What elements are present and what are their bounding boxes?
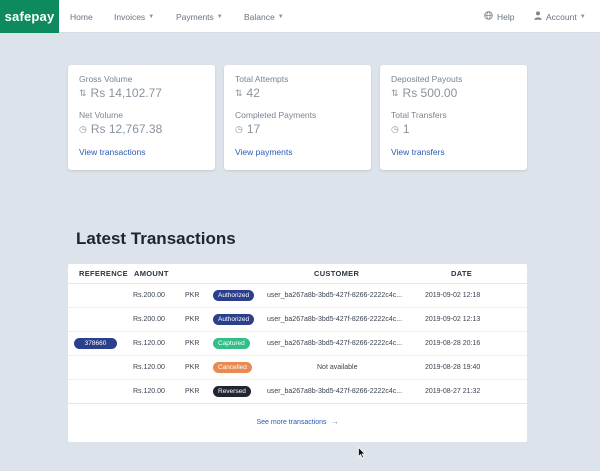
amount-cell: Rs.200.00 bbox=[133, 316, 165, 323]
column-header-reference: REFERENCE bbox=[79, 269, 128, 278]
table-row[interactable]: Rs.120.00 PKR Reversed user_ba267a8b-3bd… bbox=[68, 380, 527, 404]
currency-cell: PKR bbox=[185, 316, 200, 323]
section-title: Latest Transactions bbox=[76, 229, 236, 248]
stat-label: Total Transfers bbox=[391, 110, 447, 120]
stat-card-transfers: Deposited Payouts ⇅ Rs 500.00 Total Trans… bbox=[380, 65, 527, 170]
date-cell: 2019-09-02 12:13 bbox=[425, 316, 481, 323]
view-transactions-link[interactable]: View transactions bbox=[79, 147, 145, 157]
transfer-icon: ⇅ bbox=[391, 87, 399, 98]
stat-card-payments: Total Attempts ⇅ 42 Completed Payments ◷ 1… bbox=[224, 65, 371, 170]
see-more-label: See more transactions bbox=[256, 419, 327, 426]
user-icon bbox=[534, 11, 542, 22]
nav-item-home[interactable]: Home bbox=[70, 0, 93, 33]
stat-value: ◷ 1 bbox=[391, 122, 410, 136]
chevron-down-icon: ▼ bbox=[216, 13, 223, 20]
chevron-down-icon: ▼ bbox=[277, 13, 284, 20]
stat-card-volume: Gross Volume ⇅ Rs 14,102.77 Net Volume ◷ R… bbox=[68, 65, 215, 170]
currency-cell: PKR bbox=[185, 388, 200, 395]
transfer-icon: ⇅ bbox=[235, 87, 243, 98]
nav-item-label: Home bbox=[70, 11, 93, 22]
chevron-down-icon: ▼ bbox=[148, 13, 155, 20]
view-payments-link[interactable]: View payments bbox=[235, 147, 292, 157]
stat-label: Total Attempts bbox=[235, 74, 289, 84]
table-row[interactable]: Rs.200.00 PKR Authorized user_ba267a8b-3… bbox=[68, 308, 527, 332]
arrow-right-icon: → bbox=[331, 419, 339, 426]
column-header-date: DATE bbox=[451, 269, 473, 278]
nav-item-payments[interactable]: Payments ▼ bbox=[176, 0, 223, 33]
nav-item-invoices[interactable]: Invoices ▼ bbox=[114, 0, 154, 33]
chevron-down-icon: ▼ bbox=[579, 13, 586, 20]
amount-cell: Rs.120.00 bbox=[133, 340, 165, 347]
table-row[interactable]: Rs.120.00 PKR Cancelled Not available 20… bbox=[68, 356, 527, 380]
customer-cell: user_ba267a8b-3bd5-427f-8266-2222c4c... bbox=[267, 292, 403, 299]
currency-cell: PKR bbox=[185, 364, 200, 371]
amount-cell: Rs.120.00 bbox=[133, 388, 165, 395]
clock-icon: ◷ bbox=[391, 123, 399, 134]
date-cell: 2019-08-28 20:16 bbox=[425, 340, 481, 347]
clock-icon: ◷ bbox=[235, 123, 243, 134]
transactions-table: REFERENCE AMOUNT CUSTOMER DATE Rs.200.00… bbox=[68, 264, 527, 442]
status-badge: Authorized bbox=[213, 290, 255, 301]
status-badge: Cancelled bbox=[213, 362, 252, 373]
reference-badge[interactable]: 378660 bbox=[74, 338, 117, 349]
stat-label: Gross Volume bbox=[79, 74, 133, 84]
table-row[interactable]: 378660 Rs.120.00 PKR Captured user_ba267… bbox=[68, 332, 527, 356]
nav-item-label: Payments bbox=[176, 11, 214, 22]
column-header-customer: CUSTOMER bbox=[314, 269, 360, 278]
globe-icon bbox=[484, 11, 493, 22]
transfer-icon: ⇅ bbox=[79, 87, 87, 98]
table-row[interactable]: Rs.200.00 PKR Authorized user_ba267a8b-3… bbox=[68, 284, 527, 308]
stat-value: ⇅ Rs 500.00 bbox=[391, 86, 458, 100]
nav-item-label: Invoices bbox=[114, 11, 146, 22]
help-link[interactable]: Help bbox=[484, 0, 514, 33]
top-nav: safepay Home Invoices ▼ Payments ▼ Balan… bbox=[0, 0, 600, 33]
date-cell: 2019-08-28 19:40 bbox=[425, 364, 481, 371]
stat-value: ⇅ 42 bbox=[235, 86, 260, 100]
date-cell: 2019-08-27 21:32 bbox=[425, 388, 481, 395]
currency-cell: PKR bbox=[185, 292, 200, 299]
customer-cell: user_ba267a8b-3bd5-427f-8266-2222c4c... bbox=[267, 388, 403, 395]
stat-value: ◷ Rs 12,767.38 bbox=[79, 122, 163, 136]
stat-label: Completed Payments bbox=[235, 110, 317, 120]
currency-cell: PKR bbox=[185, 340, 200, 347]
status-badge: Reversed bbox=[213, 386, 251, 397]
stat-value: ◷ 17 bbox=[235, 122, 261, 136]
date-cell: 2019-09-02 12:18 bbox=[425, 292, 481, 299]
stat-value: ⇅ Rs 14,102.77 bbox=[79, 86, 162, 100]
status-badge: Captured bbox=[213, 338, 250, 349]
customer-cell: user_ba267a8b-3bd5-427f-8266-2222c4c... bbox=[267, 316, 403, 323]
status-badge: Authorized bbox=[213, 314, 255, 325]
amount-cell: Rs.120.00 bbox=[133, 364, 165, 371]
help-label: Help bbox=[497, 11, 515, 22]
amount-cell: Rs.200.00 bbox=[133, 292, 165, 299]
stat-label: Net Volume bbox=[79, 110, 123, 120]
nav-item-balance[interactable]: Balance ▼ bbox=[244, 0, 284, 33]
stat-label: Deposited Payouts bbox=[391, 74, 463, 84]
view-transfers-link[interactable]: View transfers bbox=[391, 147, 445, 157]
clock-icon: ◷ bbox=[79, 123, 87, 134]
table-header: REFERENCE AMOUNT CUSTOMER DATE bbox=[68, 264, 527, 284]
customer-cell: Not available bbox=[317, 364, 358, 371]
column-header-amount: AMOUNT bbox=[134, 269, 169, 278]
brand-logo[interactable]: safepay bbox=[0, 0, 59, 33]
account-menu[interactable]: Account ▼ bbox=[534, 0, 586, 33]
nav-item-label: Balance bbox=[244, 11, 275, 22]
customer-cell: user_ba267a8b-3bd5-427f-8266-2222c4c... bbox=[267, 340, 403, 347]
account-label: Account bbox=[546, 11, 577, 22]
see-more-transactions-link[interactable]: See more transactions → bbox=[68, 419, 527, 426]
